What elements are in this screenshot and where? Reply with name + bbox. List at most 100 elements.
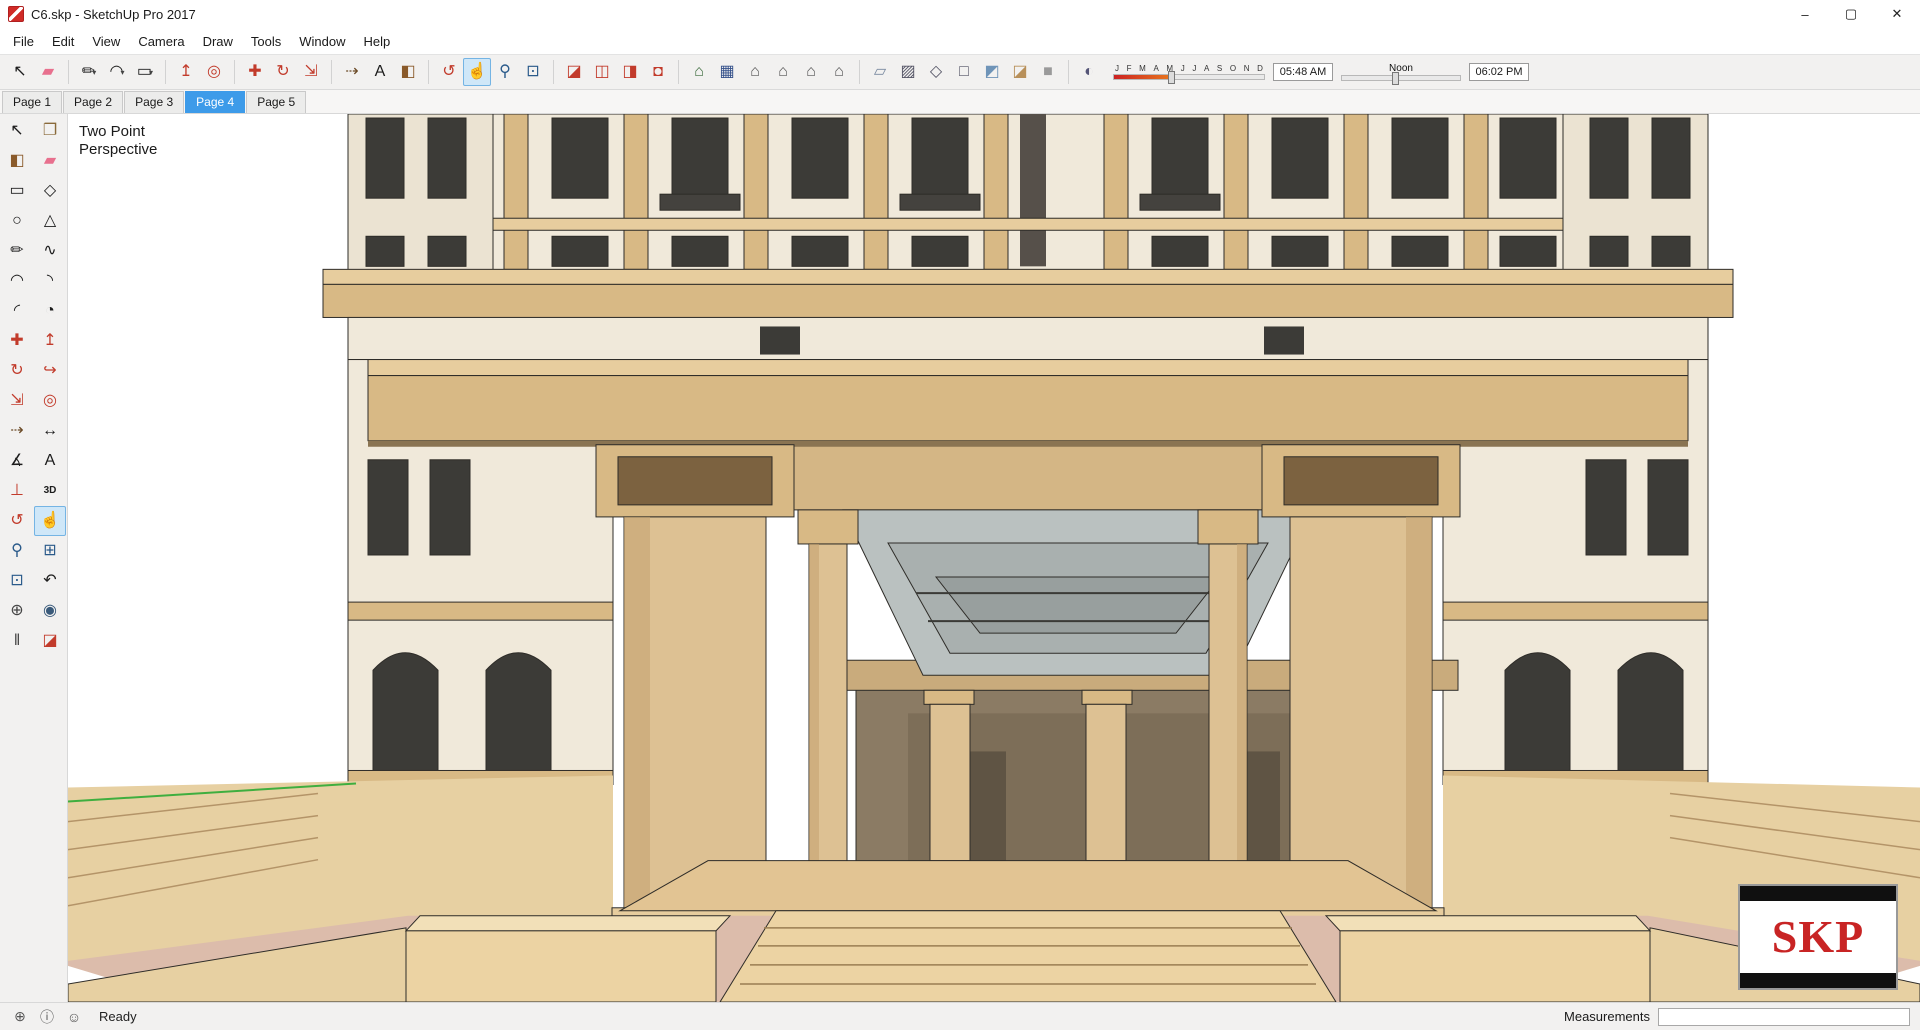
style-shaded-with-textures-tool-button[interactable]: ◪: [1006, 58, 1034, 86]
menu-tools[interactable]: Tools: [242, 30, 290, 53]
view-left-tool-button[interactable]: ⌂: [825, 58, 853, 86]
shadow-time-slider-thumb[interactable]: [1392, 71, 1400, 85]
3d-model-canvas[interactable]: [68, 114, 1920, 1002]
orbit-tool-button[interactable]: ↺: [435, 58, 463, 86]
tab-page-4[interactable]: Page 4: [185, 91, 246, 113]
zoom-extents-tool-button[interactable]: ⊡: [519, 58, 547, 86]
rotate-tool-button[interactable]: ↻: [1, 356, 33, 386]
style-wireframe-tool-button[interactable]: ◇: [922, 58, 950, 86]
pie-tool-button[interactable]: ◔: [34, 296, 66, 326]
shadow-time-slider[interactable]: Noon: [1341, 63, 1461, 85]
style-hidden-line-tool-button[interactable]: □: [950, 58, 978, 86]
line-tool-button[interactable]: ✏ ▾: [75, 58, 103, 86]
text-tool-button[interactable]: A: [366, 58, 394, 86]
position-camera-tool-button[interactable]: ⊕: [1, 596, 33, 626]
axes-tool-button[interactable]: ⊥: [1, 476, 33, 506]
dimension-tool-button[interactable]: ↔: [34, 416, 66, 446]
geolocation-icon[interactable]: ⊕: [10, 1007, 30, 1027]
shadows-toggle-tool-button[interactable]: ◐: [1075, 58, 1103, 86]
zoom-window-tool-button[interactable]: ⊞: [34, 536, 66, 566]
scale-tool-button[interactable]: ⇲: [1, 386, 33, 416]
move-tool-button[interactable]: ✚: [1, 326, 33, 356]
two-point-arc-tool-button[interactable]: ◝: [34, 266, 66, 296]
view-top-tool-button[interactable]: ▦: [713, 58, 741, 86]
freehand-tool-button[interactable]: ∿: [34, 236, 66, 266]
style-monochrome-tool-button[interactable]: ■: [1034, 58, 1062, 86]
zoom-extents-tool-button[interactable]: ⊡: [1, 566, 33, 596]
push-pull-tool-button[interactable]: ↥: [172, 58, 200, 86]
shapes-dropdown-arrow[interactable]: ▾: [149, 68, 153, 77]
shadow-date-slider-thumb[interactable]: [1168, 70, 1175, 84]
menu-help[interactable]: Help: [355, 30, 400, 53]
menu-file[interactable]: File: [4, 30, 43, 53]
move-tool-button[interactable]: ✚: [241, 58, 269, 86]
arc-tool-button[interactable]: ◠: [1, 266, 33, 296]
display-section-planes-tool-button[interactable]: ◫: [588, 58, 616, 86]
style-xray-tool-button[interactable]: ▱: [866, 58, 894, 86]
circle-tool-button[interactable]: ○: [1, 206, 33, 236]
pan-tool-button[interactable]: ☝: [463, 58, 491, 86]
tape-measure-tool-button[interactable]: ⇢: [1, 416, 33, 446]
close-button[interactable]: ✕: [1874, 0, 1920, 28]
display-section-fill-tool-button[interactable]: ◘: [644, 58, 672, 86]
minimize-button[interactable]: –: [1782, 0, 1828, 28]
three-point-arc-tool-button[interactable]: ◜: [1, 296, 33, 326]
paint-bucket-tool-button[interactable]: ◧: [394, 58, 422, 86]
select-tool-button[interactable]: ↖: [6, 58, 34, 86]
polygon-tool-button[interactable]: △: [34, 206, 66, 236]
arc-dropdown-arrow[interactable]: ▾: [120, 68, 124, 77]
view-iso-tool-button[interactable]: ⌂: [685, 58, 713, 86]
menu-window[interactable]: Window: [290, 30, 354, 53]
menu-edit[interactable]: Edit: [43, 30, 83, 53]
section-plane-tool-button[interactable]: ◪: [34, 626, 66, 656]
make-component-tool-button[interactable]: ❐: [34, 116, 66, 146]
view-right-tool-button[interactable]: ⌂: [769, 58, 797, 86]
style-shaded-tool-button[interactable]: ◩: [978, 58, 1006, 86]
rectangle-tool-button[interactable]: ▭: [1, 176, 33, 206]
zoom-tool-button[interactable]: ⚲: [1, 536, 33, 566]
section-plane-tool-button[interactable]: ◪: [560, 58, 588, 86]
tape-measure-tool-button[interactable]: ⇢: [338, 58, 366, 86]
display-section-cuts-tool-button[interactable]: ◨: [616, 58, 644, 86]
tab-page-2[interactable]: Page 2: [63, 91, 124, 113]
tab-page-1[interactable]: Page 1: [2, 91, 63, 113]
look-around-tool-button[interactable]: ◉: [34, 596, 66, 626]
three-d-text-tool-button[interactable]: 3D: [34, 476, 66, 506]
previous-tool-button[interactable]: ↶: [34, 566, 66, 596]
maximize-button[interactable]: ▢: [1828, 0, 1874, 28]
menu-view[interactable]: View: [83, 30, 129, 53]
scale-tool-button[interactable]: ⇲: [297, 58, 325, 86]
menu-draw[interactable]: Draw: [194, 30, 242, 53]
pan-tool-button[interactable]: ☝: [34, 506, 66, 536]
orbit-tool-button[interactable]: ↺: [1, 506, 33, 536]
paint-bucket-tool-button[interactable]: ◧: [1, 146, 33, 176]
protractor-tool-button[interactable]: ∡: [1, 446, 33, 476]
sign-in-icon[interactable]: ☺: [64, 1007, 84, 1027]
text-tool-button[interactable]: A: [34, 446, 66, 476]
menu-camera[interactable]: Camera: [129, 30, 193, 53]
arc-tool-button[interactable]: ◠ ▾: [103, 58, 131, 86]
follow-me-tool-button[interactable]: ↪: [34, 356, 66, 386]
shapes-tool-button[interactable]: ▭ ▾: [131, 58, 159, 86]
shadow-time-end-field[interactable]: 06:02 PM: [1469, 63, 1529, 81]
line-dropdown-arrow[interactable]: ▾: [92, 68, 96, 77]
credits-icon[interactable]: ⓘ: [37, 1007, 57, 1027]
tab-page-5[interactable]: Page 5: [246, 91, 307, 113]
walk-tool-button[interactable]: ‖: [1, 626, 33, 656]
offset-tool-button[interactable]: ◎: [34, 386, 66, 416]
push-pull-tool-button[interactable]: ↥: [34, 326, 66, 356]
select-tool-button[interactable]: ↖: [1, 116, 33, 146]
style-back-edges-tool-button[interactable]: ▨: [894, 58, 922, 86]
shadow-time-start-field[interactable]: 05:48 AM: [1273, 63, 1333, 81]
offset-tool-button[interactable]: ◎: [200, 58, 228, 86]
rotate-tool-button[interactable]: ↻: [269, 58, 297, 86]
line-tool-button[interactable]: ✏: [1, 236, 33, 266]
view-front-tool-button[interactable]: ⌂: [741, 58, 769, 86]
rotated-rectangle-tool-button[interactable]: ◇: [34, 176, 66, 206]
eraser-tool-button[interactable]: ▰: [34, 58, 62, 86]
shadow-date-slider[interactable]: JFMAMJJASOND: [1113, 64, 1265, 84]
view-back-tool-button[interactable]: ⌂: [797, 58, 825, 86]
measurements-input[interactable]: [1658, 1007, 1910, 1026]
zoom-tool-button[interactable]: ⚲: [491, 58, 519, 86]
model-viewport[interactable]: Two Point Perspective SKP: [68, 114, 1920, 1002]
